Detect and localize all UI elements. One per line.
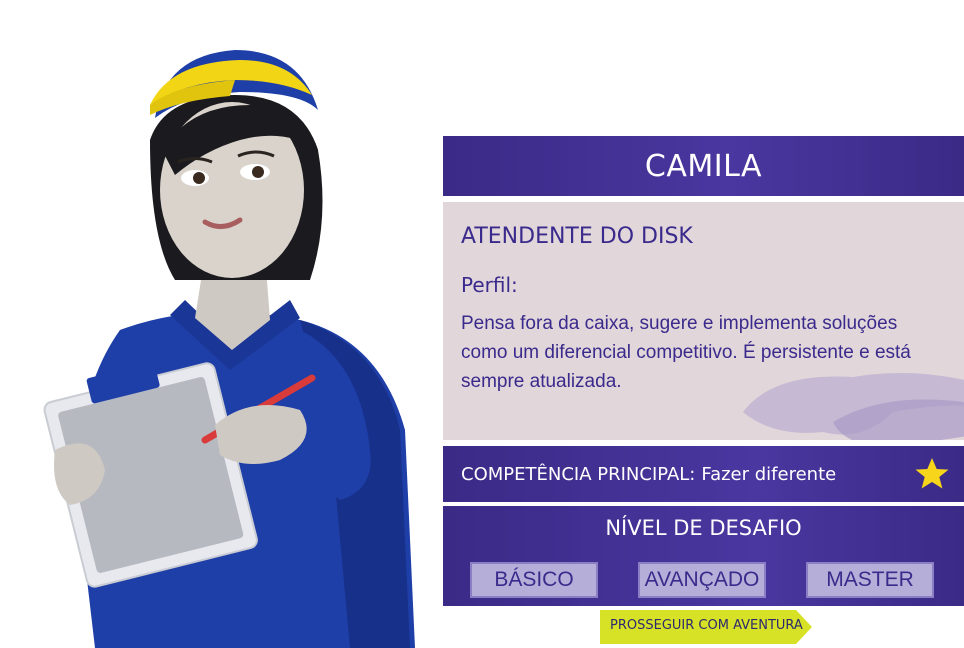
level-master-button[interactable]: MASTER [806,562,934,598]
competence-value: Fazer diferente [701,463,837,485]
challenge-level-box: NÍVEL DE DESAFIO BÁSICO AVANÇADO MASTER [443,506,964,606]
continue-adventure-button[interactable]: PROSSEGUIR COM AVENTURA [600,610,812,644]
continue-adventure-label: PROSSEGUIR COM AVENTURA [610,618,803,633]
profile-label: Perfil: [461,273,518,297]
character-name: CAMILA [644,148,763,184]
character-name-bar: CAMILA [443,136,964,196]
challenge-level-title: NÍVEL DE DESAFIO [605,516,802,540]
character-card: CAMILA ATENDENTE DO DISK Perfil: Pensa f… [443,136,964,606]
character-role: ATENDENTE DO DISK [461,224,693,249]
level-advanced-button[interactable]: AVANÇADO [638,562,766,598]
attendant-character-illustration [0,0,440,648]
profile-text: Pensa fora da caixa, sugere e implementa… [461,313,911,392]
star-icon [915,458,949,489]
profile-box: ATENDENTE DO DISK Perfil: Pensa fora da … [443,202,964,440]
character-profile-screen: CAMILA ATENDENTE DO DISK Perfil: Pensa f… [0,0,964,648]
main-competence-bar: COMPETÊNCIA PRINCIPAL: Fazer diferente [443,446,964,502]
challenge-level-buttons: BÁSICO AVANÇADO MASTER [470,562,934,598]
level-basic-button[interactable]: BÁSICO [470,562,598,598]
competence-label: COMPETÊNCIA PRINCIPAL: [461,463,696,485]
